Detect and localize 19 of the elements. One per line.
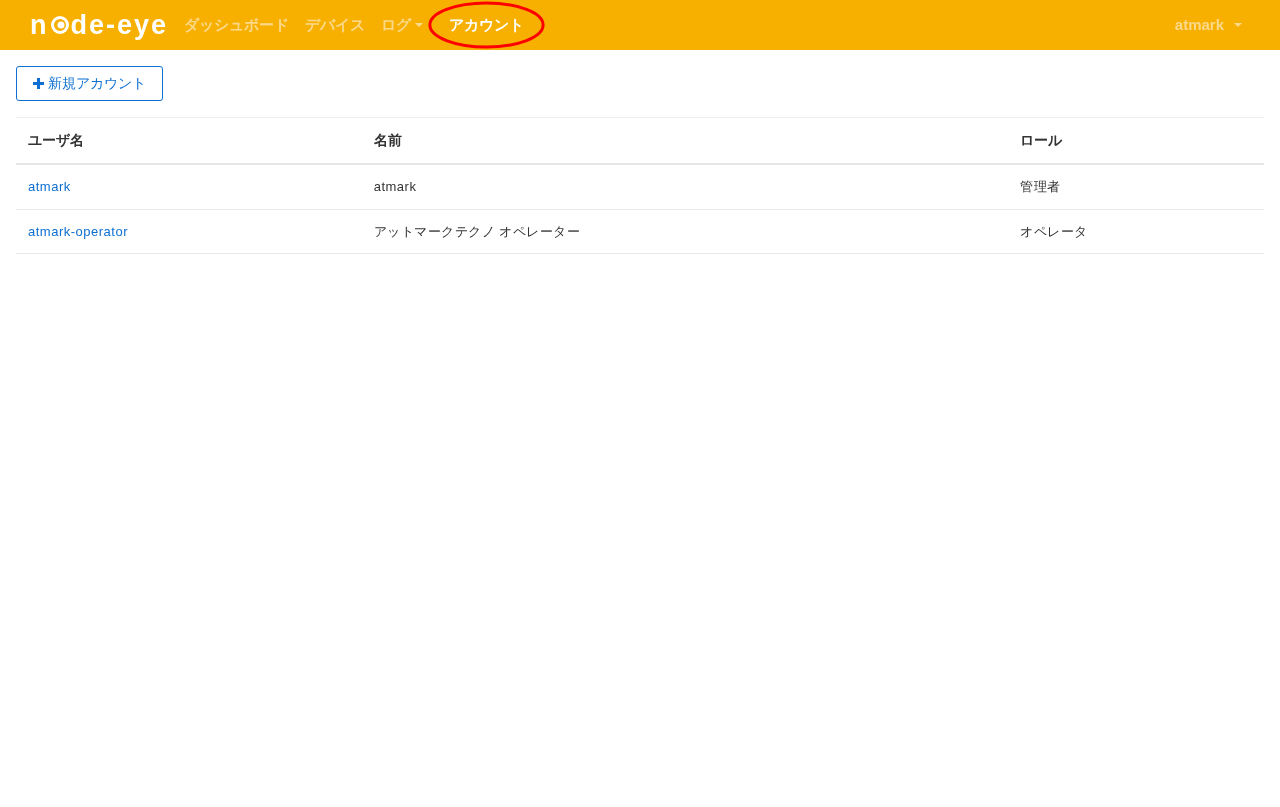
new-account-button[interactable]: 新規アカウント [16, 66, 163, 101]
nav-tab[interactable]: アカウント [431, 5, 543, 45]
caret-icon [1234, 23, 1242, 27]
column-header: ロール [1008, 117, 1264, 164]
nav-tab[interactable]: ログ [373, 5, 432, 45]
table-cell: 管理者 [1008, 164, 1264, 209]
table-cell: atmark [361, 164, 1009, 209]
nav-tab[interactable]: ダッシュボード [176, 5, 298, 45]
caret-icon [415, 23, 424, 27]
username-link[interactable]: atmark [28, 179, 71, 194]
username-link[interactable]: atmark-operator [28, 223, 128, 239]
column-header: ユーザ名 [16, 117, 362, 164]
user-menu[interactable]: atmark [1166, 5, 1250, 45]
column-header: 名前 [361, 117, 1009, 164]
plus-icon [33, 78, 44, 89]
table-cell: アットマークテクノ オペレーター [361, 209, 1009, 254]
table-cell: オペレータ [1008, 209, 1264, 254]
brand-logo[interactable]: n de-eye [30, 11, 169, 39]
nav-tab[interactable]: デバイス [297, 5, 374, 45]
